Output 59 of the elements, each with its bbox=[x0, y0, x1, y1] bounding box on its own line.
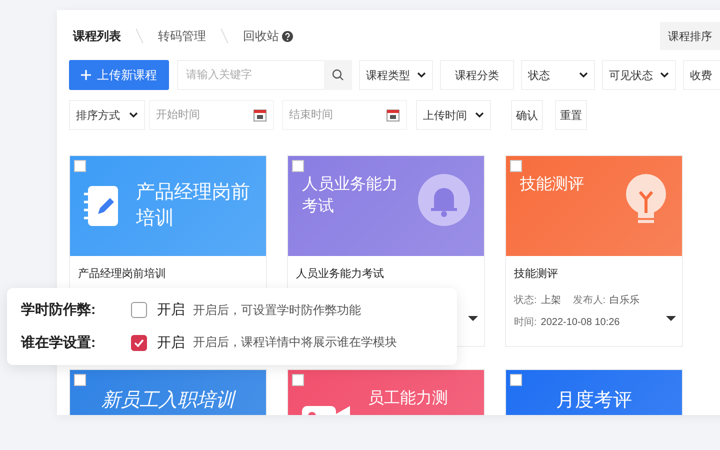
checkbox[interactable] bbox=[131, 302, 147, 318]
course-card[interactable]: 月度考评 bbox=[505, 369, 683, 415]
filter-dropdown[interactable]: 课程类型 bbox=[359, 60, 433, 90]
course-card[interactable]: 新员工入职培训 bbox=[69, 369, 267, 415]
card-checkbox[interactable] bbox=[292, 374, 304, 386]
chevron-down-icon bbox=[660, 72, 669, 78]
tab[interactable]: 课程列表 bbox=[69, 28, 125, 44]
meta-value: 白乐乐 bbox=[610, 294, 640, 307]
date-field[interactable]: 开始时间 bbox=[149, 100, 274, 130]
caret-icon[interactable] bbox=[468, 316, 478, 321]
banner-title: 人员业务能力考试 bbox=[302, 174, 399, 217]
plus-icon bbox=[81, 70, 91, 80]
date-field[interactable]: 结束时间 bbox=[282, 100, 407, 130]
tab[interactable]: 转码管理 bbox=[154, 28, 210, 44]
card-checkbox[interactable] bbox=[292, 160, 304, 172]
checkbox[interactable] bbox=[131, 334, 147, 351]
course-card[interactable]: 技能测评 技能测评 状态: 上架 发布人: 白乐乐 时间: 2022-10-08 10:26 bbox=[505, 155, 683, 347]
chevron-down-icon bbox=[417, 72, 426, 78]
filter-dropdown[interactable]: 状态 bbox=[521, 60, 595, 90]
banner-title: 新员工入职培训 bbox=[100, 389, 237, 413]
option-label: 开启 bbox=[157, 301, 185, 320]
course-title: 产品经理岗前培训 bbox=[77, 266, 167, 281]
card-checkbox[interactable] bbox=[74, 160, 86, 172]
sort-dropdown[interactable]: 上传时间 bbox=[416, 100, 491, 130]
search-button[interactable] bbox=[324, 60, 352, 90]
meta-label: 状态: bbox=[514, 294, 537, 307]
filter-dropdown[interactable]: 收费 bbox=[683, 60, 720, 90]
filter-button[interactable]: 课程分类 bbox=[440, 60, 514, 90]
upload-button[interactable]: 上传新课程 bbox=[69, 60, 169, 90]
chevron-down-icon bbox=[475, 112, 484, 118]
course-title: 人员业务能力考试 bbox=[295, 267, 385, 281]
meta-value: 2022-10-08 10:26 bbox=[540, 316, 620, 328]
course-title: 技能测评 bbox=[513, 267, 559, 281]
action-button[interactable]: 确认 bbox=[511, 100, 543, 130]
chevron-down-icon bbox=[129, 112, 138, 118]
tab[interactable]: 回收站 bbox=[239, 28, 297, 44]
notebook-pencil-icon bbox=[84, 184, 120, 228]
calendar-icon bbox=[253, 108, 267, 122]
meta-label: 发布人: bbox=[572, 294, 606, 307]
banner-title: 产品经理岗前培训 bbox=[136, 181, 251, 231]
card-checkbox[interactable] bbox=[510, 160, 522, 172]
chevron-down-icon bbox=[579, 72, 588, 78]
card-checkbox[interactable] bbox=[510, 374, 522, 386]
filter-dropdown[interactable]: 可见状态 bbox=[602, 60, 676, 90]
action-button[interactable]: 重置 bbox=[555, 100, 587, 130]
banner-title: 技能测评 bbox=[520, 174, 585, 195]
calendar-icon bbox=[386, 108, 400, 122]
sort-button[interactable]: 课程排序 bbox=[660, 22, 720, 50]
meta-value: 上架 bbox=[540, 294, 561, 307]
banner-title: 月度考评 bbox=[555, 389, 633, 413]
banner-title: 员工能力测 bbox=[368, 388, 449, 409]
bell-icon bbox=[418, 174, 470, 226]
meta-label: 时间: bbox=[514, 316, 537, 329]
card-checkbox[interactable] bbox=[74, 374, 86, 386]
caret-icon[interactable] bbox=[666, 316, 676, 321]
checkmark-icon bbox=[134, 338, 144, 347]
sort-dropdown[interactable]: 排序方式 bbox=[69, 100, 145, 130]
search-field[interactable]: 请输入关键字 bbox=[177, 60, 324, 90]
search-icon bbox=[332, 69, 344, 81]
